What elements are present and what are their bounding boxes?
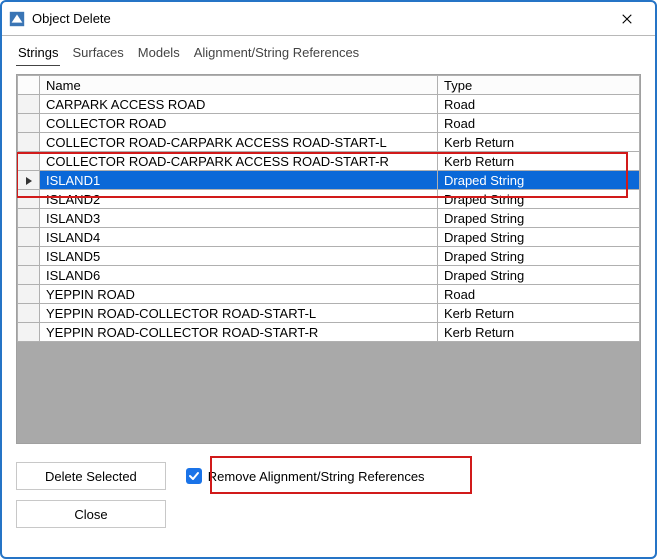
row-selector-header bbox=[18, 76, 40, 95]
table-row[interactable]: COLLECTOR ROAD-CARPARK ACCESS ROAD-START… bbox=[18, 133, 640, 152]
cell-type[interactable]: Kerb Return bbox=[438, 304, 640, 323]
table-row[interactable]: ISLAND3Draped String bbox=[18, 209, 640, 228]
cell-type[interactable]: Draped String bbox=[438, 266, 640, 285]
cell-type[interactable]: Road bbox=[438, 285, 640, 304]
cell-type[interactable]: Kerb Return bbox=[438, 133, 640, 152]
row-indicator-icon bbox=[26, 177, 32, 185]
table-header-row: Name Type bbox=[18, 76, 640, 95]
row-selector[interactable] bbox=[18, 114, 40, 133]
table-row[interactable]: ISLAND1Draped String bbox=[18, 171, 640, 190]
cell-name[interactable]: ISLAND2 bbox=[40, 190, 438, 209]
cell-name[interactable]: CARPARK ACCESS ROAD bbox=[40, 95, 438, 114]
row-selector[interactable] bbox=[18, 266, 40, 285]
cell-name[interactable]: ISLAND5 bbox=[40, 247, 438, 266]
cell-name[interactable]: COLLECTOR ROAD-CARPARK ACCESS ROAD-START… bbox=[40, 133, 438, 152]
app-icon bbox=[8, 10, 26, 28]
row-selector[interactable] bbox=[18, 152, 40, 171]
table-row[interactable]: ISLAND6Draped String bbox=[18, 266, 640, 285]
cell-name[interactable]: COLLECTOR ROAD-CARPARK ACCESS ROAD-START… bbox=[40, 152, 438, 171]
check-icon bbox=[186, 468, 202, 484]
tab-strings[interactable]: Strings bbox=[16, 42, 60, 66]
table-row[interactable]: YEPPIN ROAD-COLLECTOR ROAD-START-RKerb R… bbox=[18, 323, 640, 342]
cell-name[interactable]: YEPPIN ROAD bbox=[40, 285, 438, 304]
row-selector[interactable] bbox=[18, 228, 40, 247]
table-row[interactable]: ISLAND4Draped String bbox=[18, 228, 640, 247]
row-selector[interactable] bbox=[18, 323, 40, 342]
table: Name Type CARPARK ACCESS ROADRoadCOLLECT… bbox=[17, 75, 640, 342]
tab-surfaces[interactable]: Surfaces bbox=[70, 42, 125, 66]
table-row[interactable]: ISLAND5Draped String bbox=[18, 247, 640, 266]
cell-name[interactable]: ISLAND4 bbox=[40, 228, 438, 247]
cell-name[interactable]: ISLAND3 bbox=[40, 209, 438, 228]
delete-selected-button[interactable]: Delete Selected bbox=[16, 462, 166, 490]
table-row[interactable]: CARPARK ACCESS ROADRoad bbox=[18, 95, 640, 114]
table-row[interactable]: COLLECTOR ROADRoad bbox=[18, 114, 640, 133]
actions-row: Delete Selected Remove Alignment/String … bbox=[16, 462, 641, 490]
cell-type[interactable]: Draped String bbox=[438, 228, 640, 247]
cell-name[interactable]: COLLECTOR ROAD bbox=[40, 114, 438, 133]
cell-name[interactable]: ISLAND1 bbox=[40, 171, 438, 190]
cell-name[interactable]: YEPPIN ROAD-COLLECTOR ROAD-START-R bbox=[40, 323, 438, 342]
cell-type[interactable]: Kerb Return bbox=[438, 323, 640, 342]
grid-panel: Name Type CARPARK ACCESS ROADRoadCOLLECT… bbox=[16, 74, 641, 444]
row-selector[interactable] bbox=[18, 209, 40, 228]
row-selector[interactable] bbox=[18, 133, 40, 152]
cell-name[interactable]: YEPPIN ROAD-COLLECTOR ROAD-START-L bbox=[40, 304, 438, 323]
cell-type[interactable]: Road bbox=[438, 95, 640, 114]
remove-refs-checkbox[interactable]: Remove Alignment/String References bbox=[186, 468, 425, 484]
cell-type[interactable]: Draped String bbox=[438, 190, 640, 209]
cell-name[interactable]: ISLAND6 bbox=[40, 266, 438, 285]
close-icon[interactable] bbox=[607, 5, 647, 33]
remove-refs-label: Remove Alignment/String References bbox=[208, 469, 425, 484]
col-type[interactable]: Type bbox=[438, 76, 640, 95]
tab-models[interactable]: Models bbox=[136, 42, 182, 66]
window-title: Object Delete bbox=[32, 11, 607, 26]
row-selector[interactable] bbox=[18, 190, 40, 209]
tab-bar: Strings Surfaces Models Alignment/String… bbox=[2, 36, 655, 66]
row-selector[interactable] bbox=[18, 171, 40, 190]
cell-type[interactable]: Draped String bbox=[438, 209, 640, 228]
titlebar: Object Delete bbox=[2, 2, 655, 36]
cell-type[interactable]: Draped String bbox=[438, 247, 640, 266]
table-row[interactable]: YEPPIN ROADRoad bbox=[18, 285, 640, 304]
table-row[interactable]: YEPPIN ROAD-COLLECTOR ROAD-START-LKerb R… bbox=[18, 304, 640, 323]
cell-type[interactable]: Draped String bbox=[438, 171, 640, 190]
row-selector[interactable] bbox=[18, 247, 40, 266]
table-row[interactable]: COLLECTOR ROAD-CARPARK ACCESS ROAD-START… bbox=[18, 152, 640, 171]
row-selector[interactable] bbox=[18, 285, 40, 304]
tab-alignment-refs[interactable]: Alignment/String References bbox=[192, 42, 361, 66]
row-selector[interactable] bbox=[18, 95, 40, 114]
cell-type[interactable]: Road bbox=[438, 114, 640, 133]
cell-type[interactable]: Kerb Return bbox=[438, 152, 640, 171]
row-selector[interactable] bbox=[18, 304, 40, 323]
close-button[interactable]: Close bbox=[16, 500, 166, 528]
table-row[interactable]: ISLAND2Draped String bbox=[18, 190, 640, 209]
col-name[interactable]: Name bbox=[40, 76, 438, 95]
